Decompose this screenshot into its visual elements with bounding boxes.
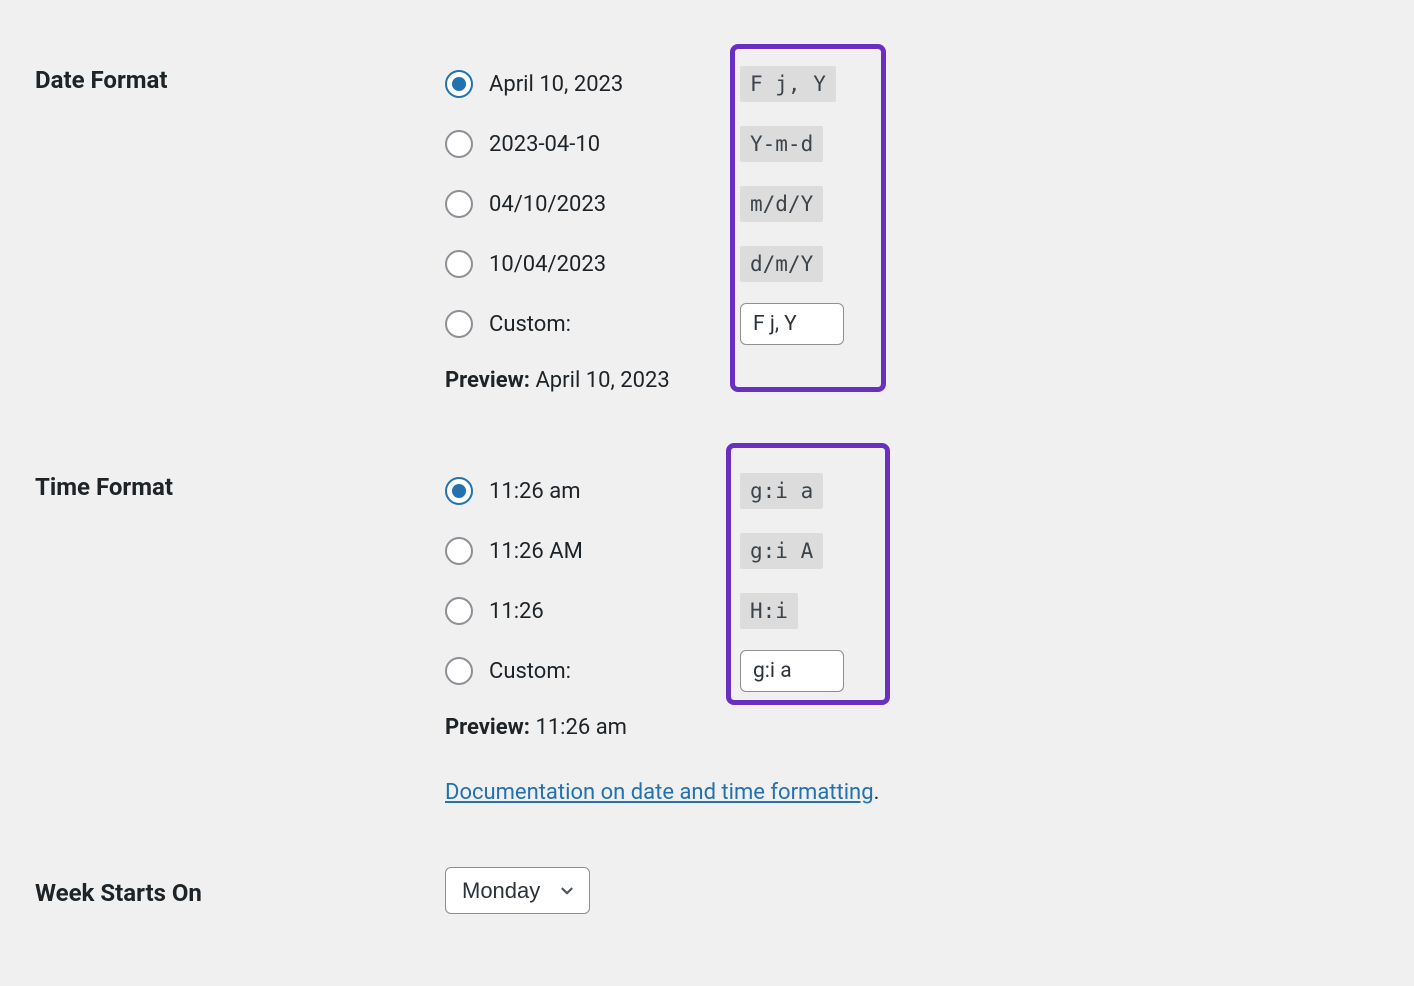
date-preview: Preview: April 10, 2023	[445, 368, 1379, 393]
time-option-custom[interactable]: Custom:	[445, 657, 740, 685]
date-option-row: April 10, 2023 F j, Y	[445, 54, 1379, 114]
time-option-2[interactable]: 11:26	[445, 597, 740, 625]
time-radio-1[interactable]	[445, 537, 473, 565]
date-option-code: Y-m-d	[740, 126, 823, 162]
time-format-heading: Time Format	[35, 447, 445, 825]
date-custom-label: Custom:	[489, 312, 571, 337]
date-option-2[interactable]: 04/10/2023	[445, 190, 740, 218]
doc-link[interactable]: Documentation on date and time formattin…	[445, 780, 874, 805]
date-option-row: 10/04/2023 d/m/Y	[445, 234, 1379, 294]
date-radio-0[interactable]	[445, 70, 473, 98]
time-option-code: g:i a	[740, 473, 823, 509]
time-preview: Preview: 11:26 am	[445, 715, 1379, 740]
time-option-label: 11:26 AM	[489, 539, 583, 564]
time-custom-input[interactable]	[740, 650, 844, 692]
date-custom-input[interactable]	[740, 303, 844, 345]
time-radio-custom[interactable]	[445, 657, 473, 685]
time-option-row: 11:26 am g:i a	[445, 461, 1379, 521]
date-radio-custom[interactable]	[445, 310, 473, 338]
date-format-options: April 10, 2023 F j, Y 2023-04-10 Y-m-d	[445, 54, 1379, 393]
date-option-label: 2023-04-10	[489, 132, 600, 157]
date-option-code: F j, Y	[740, 66, 836, 102]
time-option-1[interactable]: 11:26 AM	[445, 537, 740, 565]
date-option-label: 10/04/2023	[489, 252, 606, 277]
date-option-label: 04/10/2023	[489, 192, 606, 217]
time-radio-0[interactable]	[445, 477, 473, 505]
week-starts-select[interactable]: Monday	[445, 867, 590, 914]
time-option-row: 11:26 H:i	[445, 581, 1379, 641]
doc-link-line: Documentation on date and time formattin…	[445, 780, 1379, 805]
time-option-code: g:i A	[740, 533, 823, 569]
time-preview-value: 11:26 am	[535, 715, 627, 740]
date-option-0[interactable]: April 10, 2023	[445, 70, 740, 98]
date-option-row: 2023-04-10 Y-m-d	[445, 114, 1379, 174]
date-preview-value: April 10, 2023	[535, 368, 669, 393]
time-radio-2[interactable]	[445, 597, 473, 625]
date-option-row: 04/10/2023 m/d/Y	[445, 174, 1379, 234]
time-custom-row: Custom:	[445, 641, 1379, 701]
date-option-3[interactable]: 10/04/2023	[445, 250, 740, 278]
date-option-custom[interactable]: Custom:	[445, 310, 740, 338]
date-radio-3[interactable]	[445, 250, 473, 278]
time-option-label: 11:26 am	[489, 479, 581, 504]
time-option-row: 11:26 AM g:i A	[445, 521, 1379, 581]
time-option-code: H:i	[740, 593, 798, 629]
date-custom-row: Custom:	[445, 294, 1379, 354]
date-radio-1[interactable]	[445, 130, 473, 158]
date-option-code: m/d/Y	[740, 186, 823, 222]
time-option-0[interactable]: 11:26 am	[445, 477, 740, 505]
time-format-options: 11:26 am g:i a 11:26 AM g:i A	[445, 461, 1379, 805]
date-format-heading: Date Format	[35, 40, 445, 413]
date-option-label: April 10, 2023	[489, 72, 623, 97]
settings-table: Date Format April 10, 2023 F j, Y	[35, 40, 1379, 934]
week-starts-select-wrap[interactable]: Monday	[445, 867, 590, 914]
date-option-1[interactable]: 2023-04-10	[445, 130, 740, 158]
date-preview-label: Preview:	[445, 368, 530, 393]
week-starts-heading: Week Starts On	[35, 859, 445, 934]
time-option-label: 11:26	[489, 599, 544, 624]
time-custom-label: Custom:	[489, 659, 571, 684]
doc-link-trailing: .	[874, 780, 880, 805]
time-preview-label: Preview:	[445, 715, 530, 740]
date-option-code: d/m/Y	[740, 246, 823, 282]
date-radio-2[interactable]	[445, 190, 473, 218]
